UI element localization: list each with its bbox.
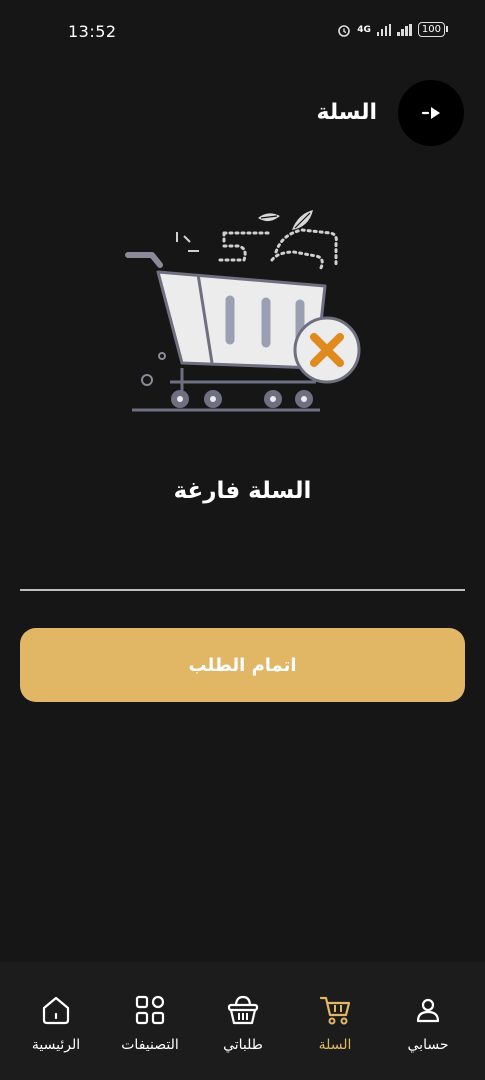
signal-icon	[376, 23, 392, 36]
nav-item-cart[interactable]: السلة	[287, 992, 383, 1053]
nav-item-orders[interactable]: طلباتي	[195, 992, 291, 1053]
signal-icon	[397, 23, 412, 36]
user-icon	[410, 992, 446, 1028]
status-bar: 13:52 4G 100	[0, 0, 485, 62]
nav-item-home[interactable]: الرئيسية	[8, 992, 104, 1053]
divider	[20, 589, 465, 591]
nav-label: حسابي	[407, 1037, 449, 1053]
checkout-button[interactable]: اتمام الطلب	[20, 628, 465, 702]
app-header: السلة	[0, 78, 485, 150]
battery-icon: 100	[417, 22, 449, 37]
nav-item-account[interactable]: حسابي	[380, 992, 476, 1053]
network-type-label: 4G	[357, 24, 371, 35]
grid-icon	[132, 992, 168, 1028]
home-icon	[38, 992, 74, 1028]
status-time: 13:52	[68, 22, 117, 41]
nav-label: السلة	[318, 1037, 352, 1053]
nav-label: الرئيسية	[31, 1037, 81, 1053]
status-icons: 4G 100	[337, 22, 449, 37]
back-button[interactable]	[398, 80, 464, 146]
nav-label: التصنيفات	[121, 1037, 179, 1053]
page-title: السلة	[316, 100, 377, 125]
empty-cart-message: السلة فارغة	[173, 478, 312, 504]
basket-icon	[225, 992, 261, 1028]
empty-cart-illustration	[125, 210, 361, 412]
alarm-icon	[338, 24, 351, 37]
nav-item-categories[interactable]: التصنيفات	[102, 992, 198, 1053]
cart-icon	[317, 992, 353, 1028]
nav-label: طلباتي	[223, 1037, 263, 1053]
bottom-nav: حسابي السلة طلباتي التصنيفات الرئيسية	[0, 962, 485, 1080]
arrow-back-icon	[421, 107, 440, 119]
